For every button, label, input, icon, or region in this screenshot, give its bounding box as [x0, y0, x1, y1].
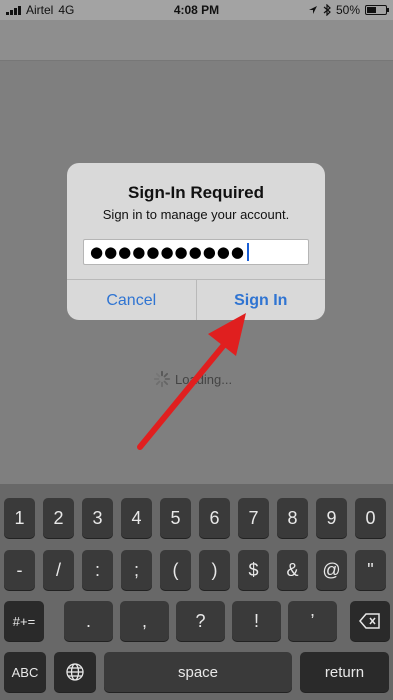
text-cursor: [246, 243, 249, 261]
backspace-key[interactable]: [350, 601, 390, 641]
return-key[interactable]: return: [300, 652, 389, 692]
punctuation-key-1[interactable]: ,: [120, 601, 169, 641]
number-key-4[interactable]: 5: [160, 498, 191, 538]
app-header: [0, 20, 393, 61]
battery-percent: 50%: [335, 3, 360, 17]
spinner-icon: [153, 370, 171, 388]
number-key-6[interactable]: 7: [238, 498, 269, 538]
punctuation-key-2[interactable]: ?: [176, 601, 225, 641]
symbol-key-3[interactable]: ;: [121, 550, 152, 590]
status-bar: Airtel 4G 4:08 PM 50%: [0, 0, 393, 20]
cancel-button[interactable]: Cancel: [67, 280, 196, 320]
punctuation-key-3[interactable]: !: [232, 601, 281, 641]
punctuation-key-0[interactable]: .: [64, 601, 113, 641]
number-key-1[interactable]: 2: [43, 498, 74, 538]
loading-text: Loading...: [175, 371, 233, 387]
symbol-key-7[interactable]: &: [277, 550, 308, 590]
dialog-title: Sign-In Required: [128, 183, 264, 202]
symbol-key-1[interactable]: /: [43, 550, 74, 590]
globe-icon: [66, 663, 84, 681]
number-key-9[interactable]: 0: [355, 498, 386, 538]
sign-in-button[interactable]: Sign In: [195, 280, 326, 320]
space-key[interactable]: space: [104, 652, 292, 692]
symbol-key-2[interactable]: :: [82, 550, 113, 590]
symbol-key-0[interactable]: -: [4, 550, 35, 590]
number-key-2[interactable]: 3: [82, 498, 113, 538]
bluetooth-icon: [323, 4, 331, 16]
dialog-actions: Cancel Sign In: [67, 279, 325, 320]
number-key-7[interactable]: 8: [277, 498, 308, 538]
sign-in-dialog: Sign-In Required Sign in to manage your …: [67, 163, 325, 320]
number-key-3[interactable]: 4: [121, 498, 152, 538]
symbol-key-4[interactable]: (: [160, 550, 191, 590]
location-icon: [308, 6, 317, 14]
dialog-message: Sign in to manage your account.: [102, 207, 290, 222]
globe-key[interactable]: [54, 652, 96, 692]
number-key-0[interactable]: 1: [4, 498, 35, 538]
symbol-key-9[interactable]: ": [355, 550, 386, 590]
punctuation-key-4[interactable]: ’: [288, 601, 337, 641]
password-mask: ●●●●●●●●●●●: [90, 243, 245, 261]
symbol-key-8[interactable]: @: [316, 550, 347, 590]
abc-key[interactable]: ABC: [4, 652, 46, 692]
battery-icon: [365, 5, 389, 15]
loading-indicator: Loading...: [153, 370, 232, 388]
backspace-icon: [359, 613, 380, 629]
symbols-toggle-key[interactable]: #+=: [4, 601, 44, 641]
numeric-keyboard: 1234567890 - /:;() $ & @ " .,?!’ #+= ABC spac…: [0, 484, 393, 700]
number-key-5[interactable]: 6: [199, 498, 230, 538]
symbol-key-5[interactable]: ): [199, 550, 230, 590]
number-key-8[interactable]: 9: [316, 498, 347, 538]
symbol-key-6[interactable]: $: [238, 550, 269, 590]
password-field[interactable]: ●●●●●●●●●●●: [83, 239, 309, 265]
status-icons: 50%: [308, 3, 389, 17]
